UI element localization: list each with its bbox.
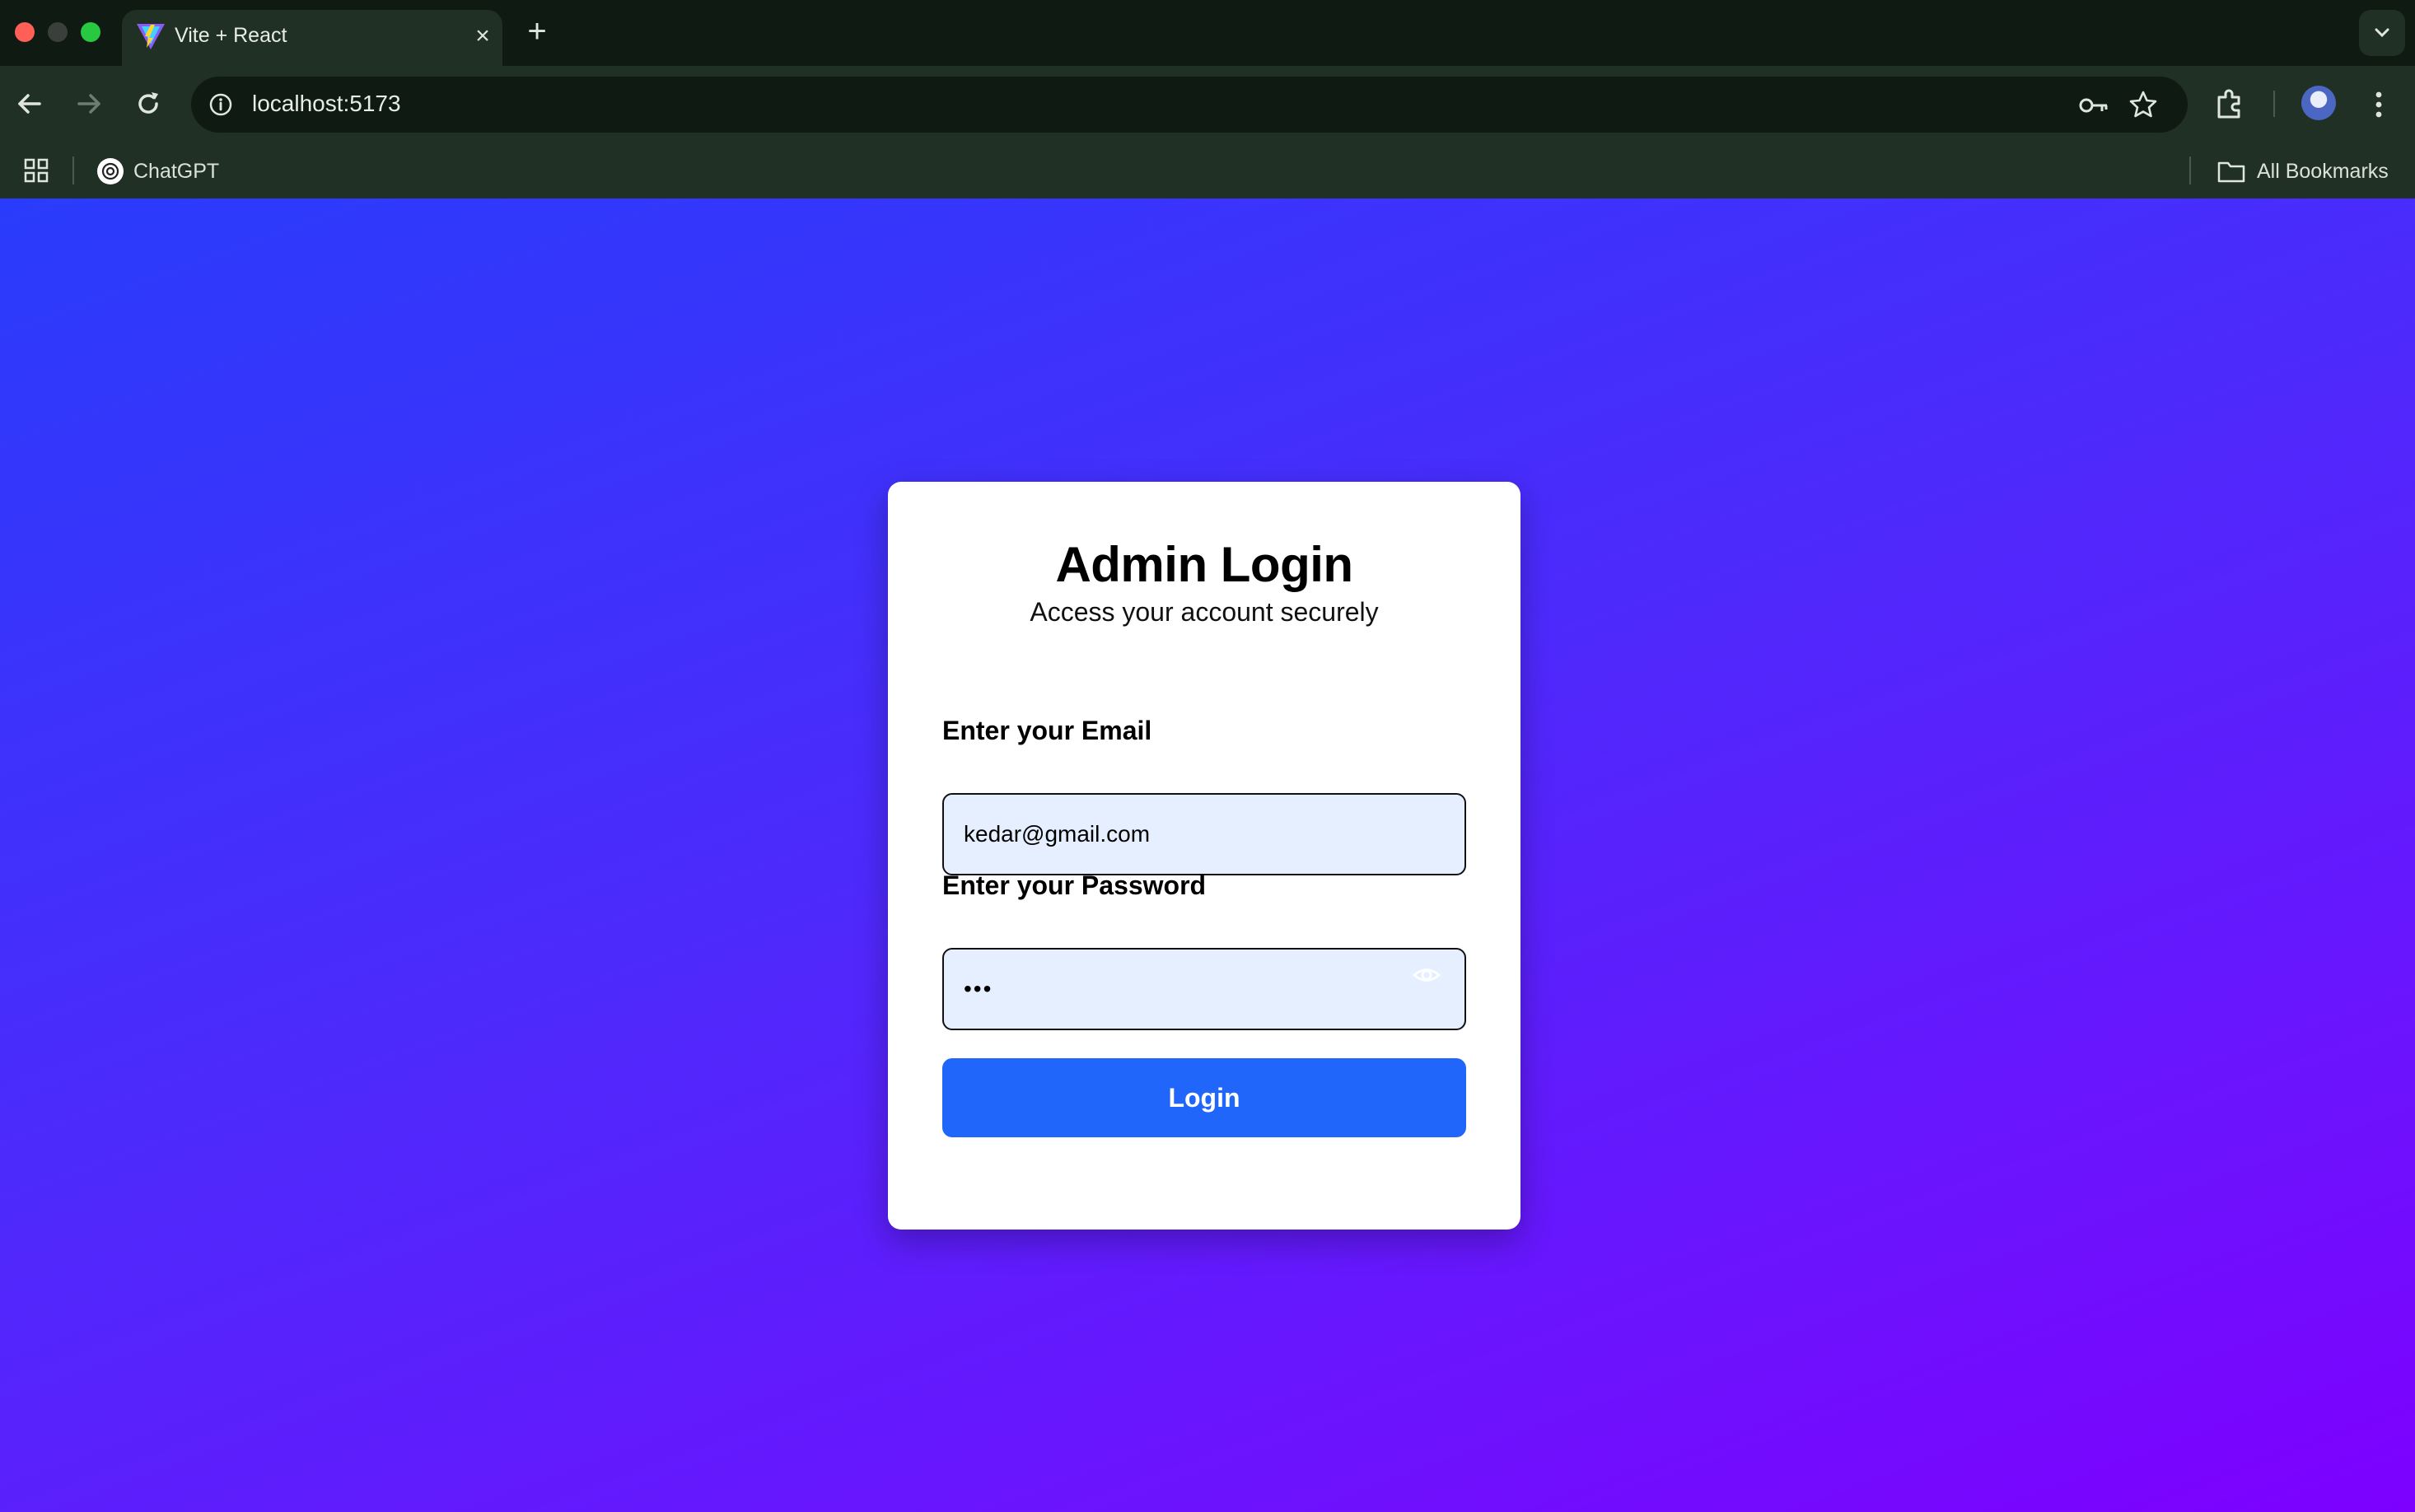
folder-icon [2217, 161, 2245, 183]
extensions-puzzle-icon[interactable] [2212, 87, 2247, 122]
page-subtitle: Access your account securely [1030, 597, 1379, 627]
tab-title: Vite + React [175, 24, 287, 47]
page-title: Admin Login [1055, 537, 1353, 592]
profile-avatar[interactable] [2301, 86, 2336, 120]
maximize-window-button[interactable] [81, 22, 100, 42]
toolbar-divider [2273, 91, 2275, 117]
tab-close-icon[interactable]: × [466, 20, 499, 53]
password-field[interactable] [942, 948, 1466, 1030]
browser-chrome: Vite + React × + localhost:5173 ChatGPT … [0, 0, 2415, 198]
login-button[interactable]: Login [942, 1058, 1466, 1137]
tab-active[interactable]: Vite + React × [122, 10, 502, 66]
show-password-eye-icon[interactable] [1412, 963, 1441, 987]
email-label: Enter your Email [942, 716, 1152, 745]
bookmarks-separator [72, 156, 74, 184]
forward-arrow-icon[interactable] [71, 86, 107, 122]
email-field[interactable] [942, 793, 1466, 875]
tab-search-button[interactable] [2359, 10, 2405, 56]
bookmark-star-icon[interactable] [2128, 90, 2158, 119]
password-key-icon[interactable] [2077, 91, 2110, 119]
more-menu-icon[interactable] [2364, 87, 2394, 122]
bookmark-chatgpt[interactable]: ChatGPT [97, 155, 219, 188]
site-info-icon[interactable] [208, 91, 234, 118]
bookmarks-separator [2189, 156, 2191, 184]
new-tab-button[interactable]: + [519, 15, 555, 51]
back-arrow-icon[interactable] [12, 86, 48, 122]
address-bar[interactable]: localhost:5173 [191, 77, 2188, 133]
all-bookmarks-button[interactable]: All Bookmarks [2217, 155, 2389, 188]
bookmarks-bar: ChatGPT All Bookmarks [0, 148, 2415, 198]
login-card: Admin Login Access your account securely… [888, 482, 1520, 1230]
tab-strip: Vite + React × + [0, 0, 2415, 66]
bookmark-label: ChatGPT [133, 159, 220, 183]
page-viewport: Admin Login Access your account securely… [0, 198, 2415, 1512]
chatgpt-icon [97, 158, 124, 184]
vite-logo-icon [137, 24, 165, 49]
reload-icon[interactable] [130, 86, 166, 122]
password-label: Enter your Password [942, 870, 1207, 900]
minimize-window-button[interactable] [48, 22, 68, 42]
all-bookmarks-label: All Bookmarks [2257, 159, 2389, 183]
chevron-down-icon [2375, 28, 2389, 38]
apps-grid-icon[interactable] [23, 157, 49, 184]
url-text: localhost:5173 [252, 91, 401, 116]
close-window-button[interactable] [15, 22, 35, 42]
